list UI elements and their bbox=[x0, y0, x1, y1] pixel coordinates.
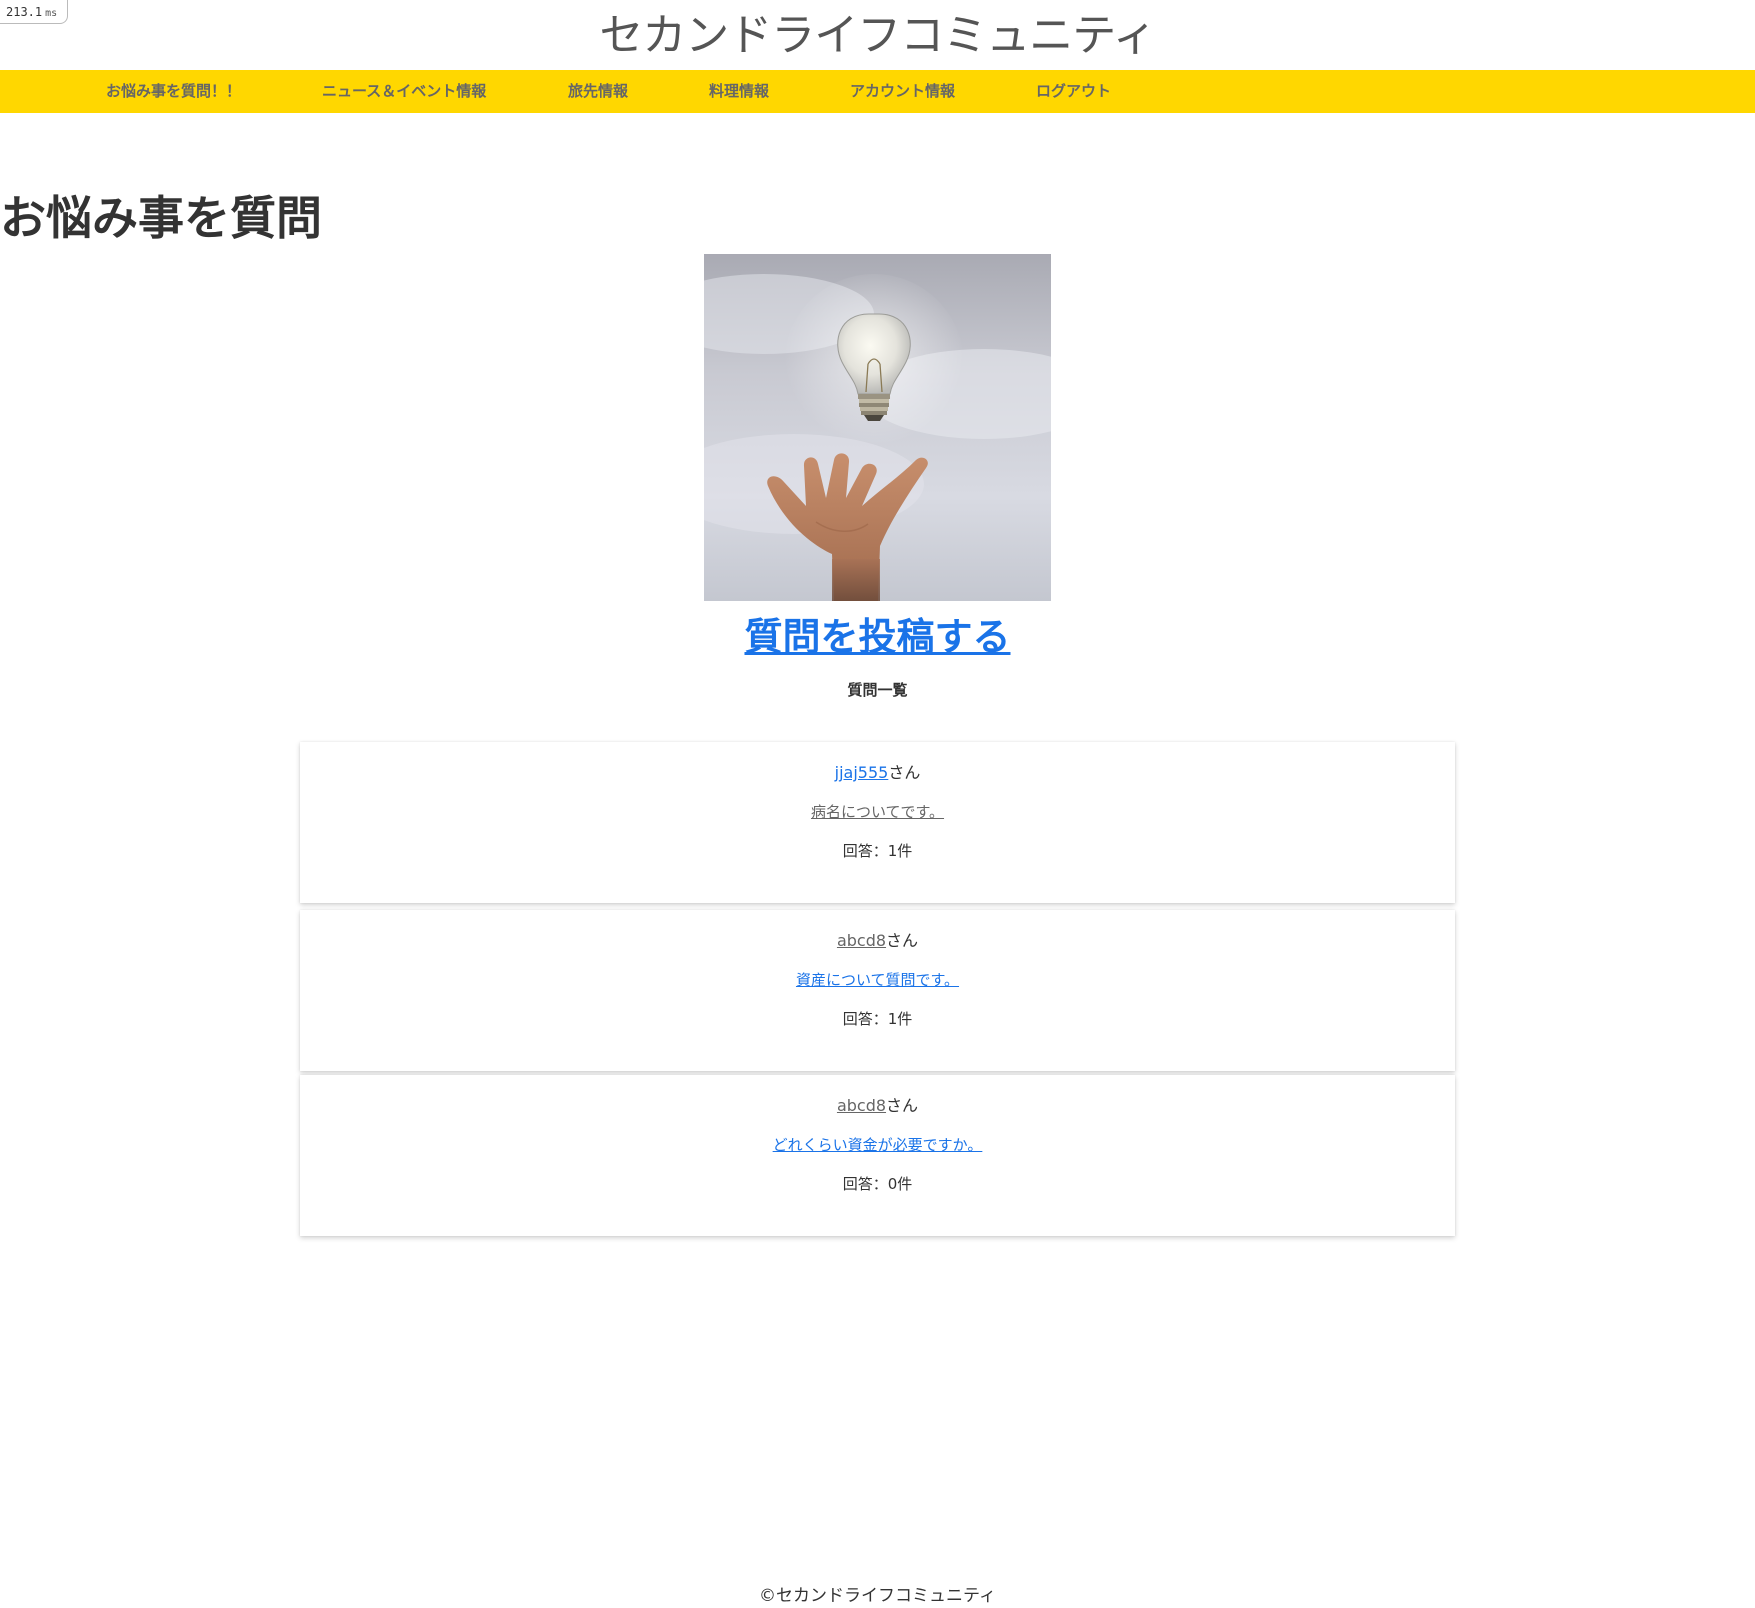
question-title: 資産について質問です。 bbox=[300, 968, 1455, 992]
question-title: 病名についてです。 bbox=[300, 800, 1455, 824]
question-title-link[interactable]: どれくらい資金が必要ですか。 bbox=[773, 1136, 983, 1154]
question-author: abcd8さん bbox=[300, 929, 1455, 953]
author-link[interactable]: abcd8 bbox=[837, 931, 886, 950]
answer-count: 回答：1件 bbox=[842, 842, 913, 860]
site-title: セカンドライフコミュニティ bbox=[599, 10, 1156, 61]
page-heading: お悩み事を質問 bbox=[0, 191, 322, 245]
question-title-link[interactable]: 資産について質問です。 bbox=[796, 971, 959, 989]
author-honorific: さん bbox=[886, 1096, 919, 1115]
nav-item-travel[interactable]: 旅先情報 bbox=[568, 70, 628, 113]
answer-count: 回答：0件 bbox=[842, 1175, 913, 1193]
nav-item-account[interactable]: アカウント情報 bbox=[850, 70, 955, 113]
question-author: jjaj555さん bbox=[300, 761, 1455, 785]
question-list-title: 質問一覧 bbox=[847, 681, 908, 699]
nav-item-cooking[interactable]: 料理情報 bbox=[709, 70, 769, 113]
question-author: abcd8さん bbox=[300, 1094, 1455, 1118]
nav-item-news-events[interactable]: ニュース＆イベント情報 bbox=[322, 70, 486, 113]
question-title: どれくらい資金が必要ですか。 bbox=[300, 1133, 1455, 1157]
nav-item-logout[interactable]: ログアウト bbox=[1036, 70, 1111, 113]
question-card: jjaj555さん 病名についてです。 回答：1件 bbox=[300, 742, 1455, 903]
author-link[interactable]: abcd8 bbox=[837, 1096, 886, 1115]
lightbulb-hand-image bbox=[704, 254, 1051, 601]
author-honorific: さん bbox=[886, 931, 919, 950]
author-honorific: さん bbox=[888, 763, 921, 782]
question-card: abcd8さん 資産について質問です。 回答：1件 bbox=[300, 910, 1455, 1071]
footer-copyright: ©セカンドライフコミュニティ bbox=[759, 1586, 996, 1606]
post-question-link[interactable]: 質問を投稿する bbox=[0, 610, 1755, 664]
question-card: abcd8さん どれくらい資金が必要ですか。 回答：0件 bbox=[300, 1075, 1455, 1236]
question-title-link[interactable]: 病名についてです。 bbox=[811, 803, 944, 821]
answer-count: 回答：1件 bbox=[842, 1010, 913, 1028]
main-nav: お悩み事を質問！！ ニュース＆イベント情報 旅先情報 料理情報 アカウント情報 … bbox=[0, 70, 1755, 113]
nav-item-questions[interactable]: お悩み事を質問！！ bbox=[106, 70, 241, 113]
author-link[interactable]: jjaj555 bbox=[835, 763, 889, 782]
